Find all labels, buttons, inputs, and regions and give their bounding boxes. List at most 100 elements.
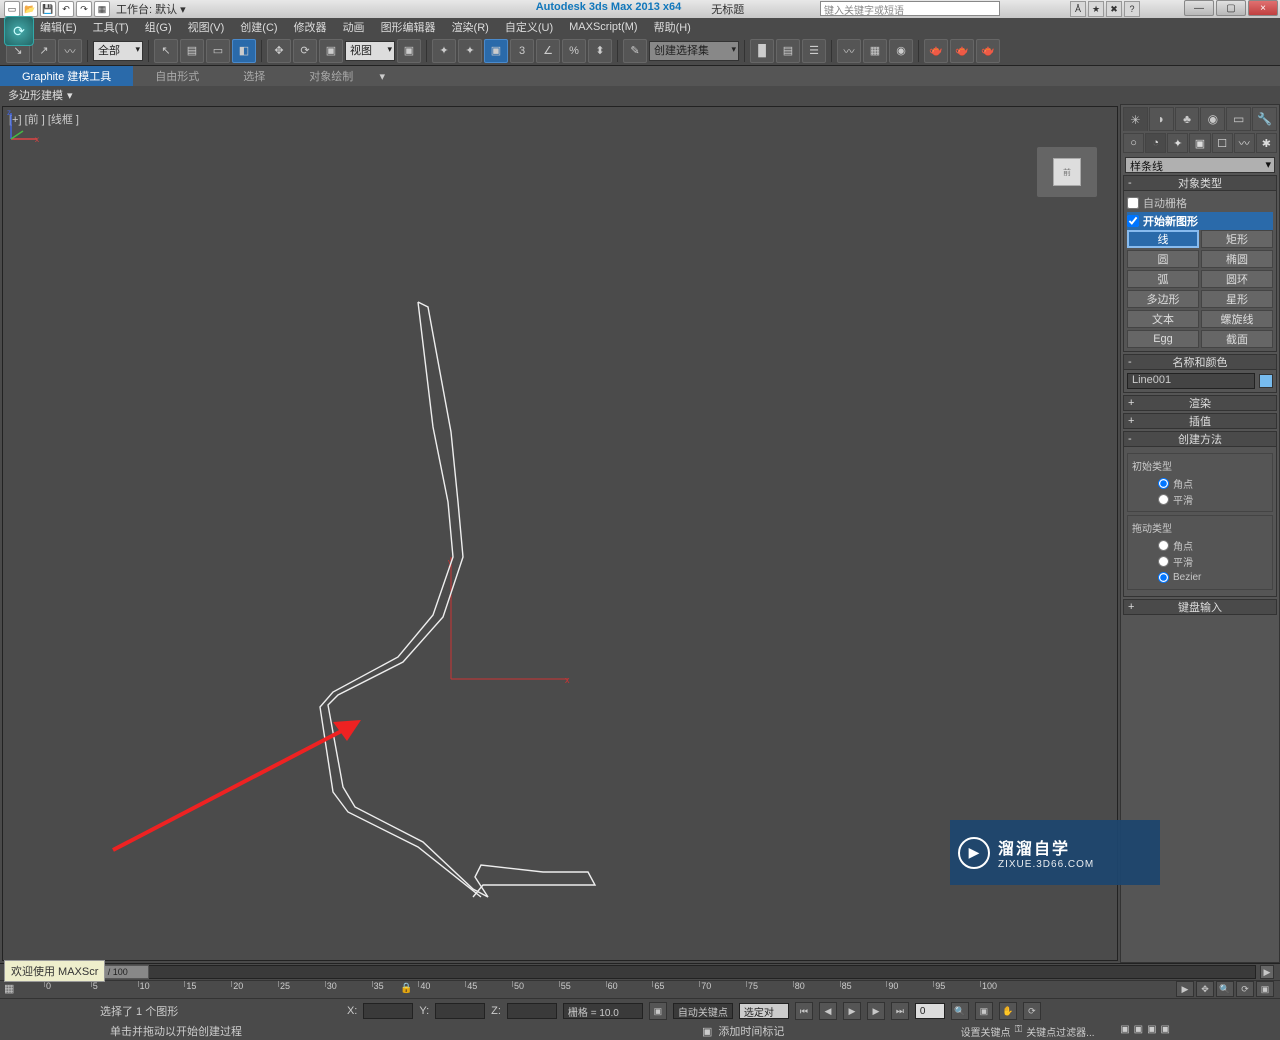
rollout-object-type[interactable]: -对象类型	[1123, 175, 1277, 191]
menu-group[interactable]: 组(G)	[145, 19, 172, 35]
tools-icon[interactable]: ✖	[1106, 1, 1122, 17]
qat-new-icon[interactable]: ▭	[4, 1, 20, 17]
goto-end-icon[interactable]: ⏭	[891, 1002, 909, 1020]
rollout-render[interactable]: +渲染	[1123, 395, 1277, 411]
shape-section-button[interactable]: 截面	[1201, 330, 1273, 348]
selection-lock-icon[interactable]: 🔒	[400, 983, 412, 994]
time-next-icon[interactable]: ▶	[1260, 965, 1274, 979]
qat-redo-icon[interactable]: ↷	[76, 1, 92, 17]
modify-tab-icon[interactable]: ◗	[1149, 107, 1174, 131]
move-icon[interactable]: ✥	[267, 39, 291, 63]
shape-ngon-button[interactable]: 多边形	[1127, 290, 1199, 308]
qat-save-icon[interactable]: 💾	[40, 1, 56, 17]
menu-modifiers[interactable]: 修改器	[294, 19, 327, 35]
keymode-combo[interactable]: 选定对	[739, 1003, 789, 1019]
region-rect-icon[interactable]: ▭	[206, 39, 230, 63]
menu-animation[interactable]: 动画	[343, 19, 365, 35]
selection-filter-combo[interactable]: 全部	[93, 41, 143, 61]
add-time-tag[interactable]: 添加时间标记	[718, 1023, 784, 1039]
qat-open-icon[interactable]: 📂	[22, 1, 38, 17]
menu-view[interactable]: 视图(V)	[188, 19, 225, 35]
rollout-keyboard-entry[interactable]: +键盘输入	[1123, 599, 1277, 615]
qat-undo-icon[interactable]: ↶	[58, 1, 74, 17]
menu-tools[interactable]: 工具(T)	[93, 19, 129, 35]
shape-rectangle-button[interactable]: 矩形	[1201, 230, 1273, 248]
render-prod-icon[interactable]: 🫖	[976, 39, 1000, 63]
shape-text-button[interactable]: 文本	[1127, 310, 1199, 328]
orbit-icon[interactable]: ⟳	[1023, 1002, 1041, 1020]
close-button[interactable]: ×	[1248, 0, 1278, 16]
shape-arc-button[interactable]: 弧	[1127, 270, 1199, 288]
time-slider[interactable]: ▦ ◀ 0 / 100 ▶	[0, 964, 1280, 980]
play-icon[interactable]: ▶	[843, 1002, 861, 1020]
rotate-icon[interactable]: ⟳	[293, 39, 317, 63]
nav-b-icon[interactable]: ▣	[1134, 1024, 1143, 1039]
snap-3-icon[interactable]: 3	[510, 39, 534, 63]
shape-helix-button[interactable]: 螺旋线	[1201, 310, 1273, 328]
shapes-subtab-icon[interactable]: ◔	[1145, 133, 1166, 153]
display-tab-icon[interactable]: ▭	[1226, 107, 1251, 131]
help-icon[interactable]: ?	[1124, 1, 1140, 17]
welcome-popup[interactable]: 欢迎使用 MAXScr	[4, 960, 105, 982]
coord-x-input[interactable]	[363, 1003, 413, 1019]
init-smooth-radio[interactable]	[1158, 494, 1169, 505]
create-tab-icon[interactable]: ✳	[1123, 107, 1148, 131]
systems-subtab-icon[interactable]: ✱	[1256, 133, 1277, 153]
rollout-creation-method[interactable]: -创建方法	[1123, 431, 1277, 447]
pan-icon[interactable]: ✋	[999, 1002, 1017, 1020]
nav-play-icon[interactable]: ▶	[1176, 981, 1194, 997]
color-swatch[interactable]	[1259, 374, 1273, 388]
edit-named-icon[interactable]: ✎	[623, 39, 647, 63]
autokey-button[interactable]: 自动关键点	[673, 1003, 733, 1019]
timeline-ruler[interactable]: ▦ 05101520253035404550556065707580859095…	[0, 980, 1280, 998]
angle-snap-icon[interactable]: ∠	[536, 39, 560, 63]
workspace-selector[interactable]: 工作台: 默认 ▾	[116, 1, 186, 17]
align-icon[interactable]: ▤	[776, 39, 800, 63]
refcoord-combo[interactable]: 视图	[345, 41, 395, 61]
app-menu-icon[interactable]: ⟳	[4, 16, 34, 46]
named-selection-combo[interactable]: 创建选择集	[649, 41, 739, 61]
prev-frame-icon[interactable]: ◀	[819, 1002, 837, 1020]
menu-edit[interactable]: 编辑(E)	[40, 19, 77, 35]
select-manip-icon[interactable]: ✦	[432, 39, 456, 63]
hierarchy-tab-icon[interactable]: ♣	[1175, 107, 1200, 131]
setkey-button[interactable]: 设置关键点	[961, 1024, 1011, 1039]
mirror-icon[interactable]: ▐▌	[750, 39, 774, 63]
keyfilter-button[interactable]: 关键点过滤器...	[1026, 1024, 1116, 1039]
object-name-input[interactable]: Line001	[1127, 373, 1255, 389]
window-crossing-icon[interactable]: ◧	[232, 39, 256, 63]
schematic-icon[interactable]: ▦	[863, 39, 887, 63]
menu-graph[interactable]: 图形编辑器	[381, 19, 436, 35]
unlink-icon[interactable]: ↗	[32, 39, 56, 63]
shape-star-button[interactable]: 星形	[1201, 290, 1273, 308]
ribbon-dropdown-icon[interactable]: ▾	[375, 70, 389, 83]
spinner-snap-icon[interactable]: ⬍	[588, 39, 612, 63]
material-editor-icon[interactable]: ◉	[889, 39, 913, 63]
start-new-shape-checkbox[interactable]	[1127, 215, 1139, 227]
shape-circle-button[interactable]: 圆	[1127, 250, 1199, 268]
nav-d-icon[interactable]: ▣	[1161, 1024, 1170, 1039]
select-name-icon[interactable]: ▤	[180, 39, 204, 63]
fov-icon[interactable]: ▣	[975, 1002, 993, 1020]
init-corner-radio[interactable]	[1158, 478, 1169, 489]
coord-z-input[interactable]	[507, 1003, 557, 1019]
shape-line-button[interactable]: 线	[1127, 230, 1199, 248]
tab-paint[interactable]: 对象绘制	[287, 66, 375, 86]
nav-c-icon[interactable]: ▣	[1147, 1024, 1156, 1039]
select-icon[interactable]: ↖	[154, 39, 178, 63]
tab-graphite[interactable]: Graphite 建模工具	[0, 66, 133, 86]
menu-create[interactable]: 创建(C)	[240, 19, 277, 35]
goto-start-icon[interactable]: ⏮	[795, 1002, 813, 1020]
render-frame-icon[interactable]: 🫖	[950, 39, 974, 63]
rollout-name-color[interactable]: -名称和颜色	[1123, 354, 1277, 370]
bind-icon[interactable]: 〰	[58, 39, 82, 63]
tab-selection[interactable]: 选择	[221, 66, 287, 86]
shape-donut-button[interactable]: 圆环	[1201, 270, 1273, 288]
menu-help[interactable]: 帮助(H)	[654, 19, 691, 35]
tab-freeform[interactable]: 自由形式	[133, 66, 221, 86]
nav-orbit-icon[interactable]: ⟳	[1236, 981, 1254, 997]
help-search-input[interactable]: 键入关键字或短语	[820, 1, 1000, 16]
qat-project-icon[interactable]: ▦	[94, 1, 110, 17]
menu-maxscript[interactable]: MAXScript(M)	[569, 21, 637, 33]
next-frame-icon[interactable]: ▶	[867, 1002, 885, 1020]
